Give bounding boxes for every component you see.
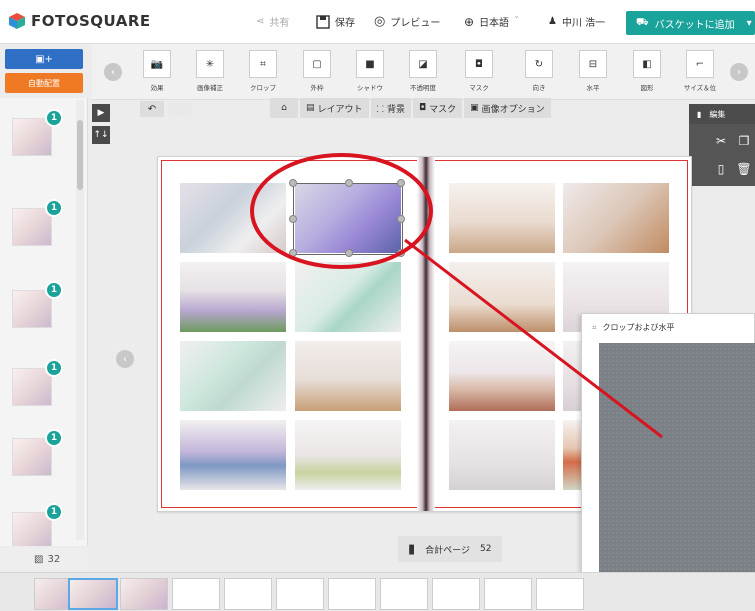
page-thumbnail[interactable]	[536, 578, 584, 610]
page-thumbnail-active[interactable]	[68, 578, 118, 610]
page-thumbnail[interactable]	[120, 578, 168, 610]
page-thumbnail[interactable]	[224, 578, 272, 610]
page-thumbnail[interactable]	[328, 578, 376, 610]
total-pages-value: 52	[479, 544, 492, 554]
pages-icon: ▮	[408, 541, 416, 557]
page-thumbnail[interactable]	[432, 578, 480, 610]
total-pages-label: 合計ページ	[425, 545, 470, 556]
page-thumbnail[interactable]	[380, 578, 428, 610]
page-strip	[0, 572, 755, 611]
annotation-arrow	[404, 238, 663, 439]
page-thumbnail[interactable]	[172, 578, 220, 610]
page-thumbnail[interactable]	[484, 578, 532, 610]
page-thumbnail[interactable]	[276, 578, 324, 610]
total-pages-indicator: ▮ 合計ページ 52	[398, 536, 502, 562]
